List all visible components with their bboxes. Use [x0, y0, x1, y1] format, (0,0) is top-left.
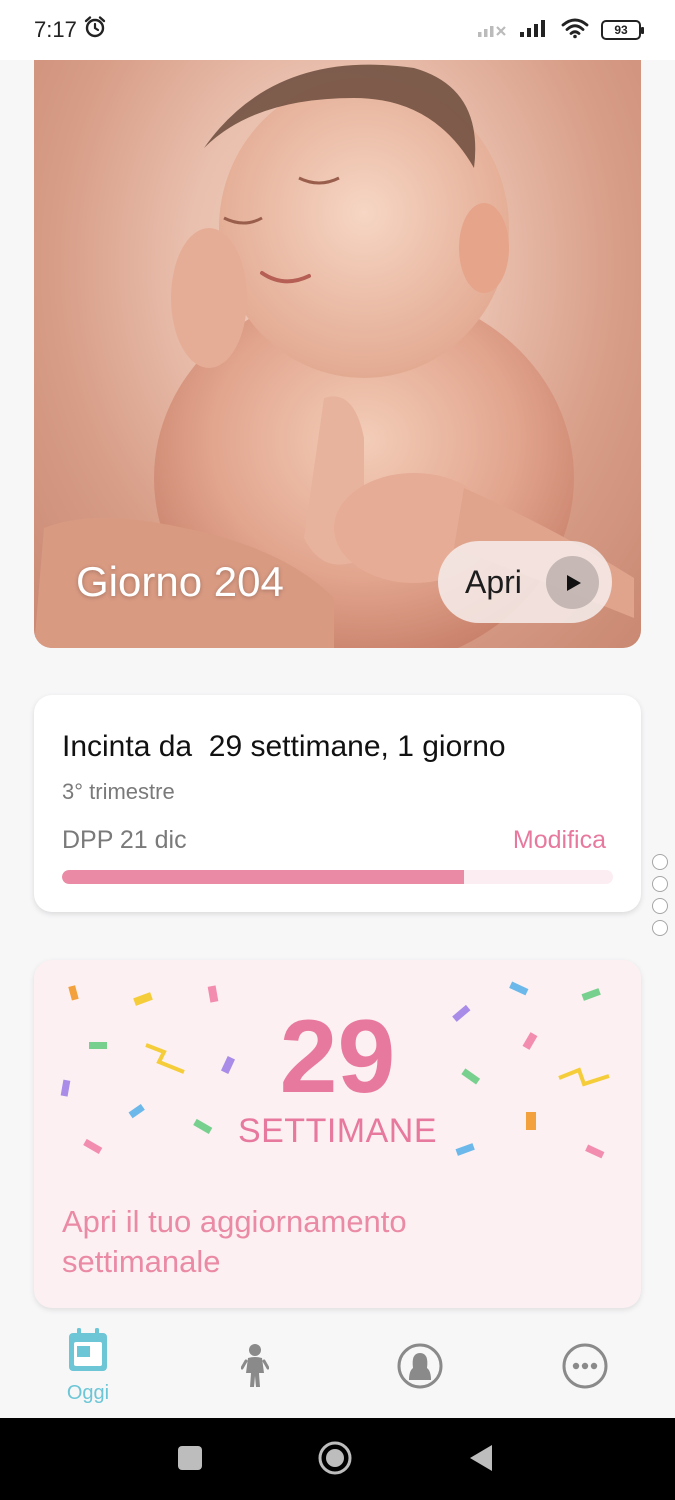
- status-right: 93: [477, 17, 644, 44]
- battery-icon: 93: [601, 20, 644, 40]
- nav-label-today: Oggi: [66, 1382, 110, 1404]
- hero-title: Giorno 204: [76, 558, 284, 605]
- nav-item-community[interactable]: [375, 1343, 465, 1394]
- due-date: DPP 21 dic: [62, 826, 187, 854]
- edit-due-date-button[interactable]: Modifica: [513, 826, 606, 855]
- open-day-label: Apri: [465, 563, 522, 600]
- calendar-icon: [67, 1327, 109, 1378]
- status-time: 7:17: [34, 17, 77, 42]
- floating-menu-handle[interactable]: [652, 854, 668, 936]
- menu-dot: [652, 854, 668, 870]
- bottom-navigation: Oggi: [0, 1315, 675, 1418]
- weekly-update-card[interactable]: 29 SETTIMANE Apri il tuo aggiornamento s…: [34, 960, 641, 1308]
- baby-icon: [240, 1343, 270, 1394]
- recents-icon[interactable]: [177, 1445, 203, 1476]
- trimester-label: 3° trimestre: [62, 779, 175, 804]
- nav-item-today[interactable]: Oggi: [43, 1327, 133, 1405]
- pregnancy-info-card: Incinta da 29 settimane, 1 giorno 3° tri…: [34, 695, 641, 912]
- play-icon: [546, 556, 599, 609]
- status-bar: 7:17 93: [0, 0, 675, 60]
- menu-dot: [652, 920, 668, 936]
- nav-item-more[interactable]: [540, 1343, 630, 1394]
- week-number: 29: [279, 999, 396, 1115]
- menu-dot: [652, 876, 668, 892]
- hero-card[interactable]: Giorno 204 Apri: [34, 58, 641, 648]
- menu-dot: [652, 898, 668, 914]
- status-left: 7:17: [34, 15, 107, 45]
- back-icon[interactable]: [468, 1443, 494, 1478]
- signal-off-icon: [477, 18, 507, 43]
- signal-icon: [519, 18, 549, 43]
- pregnancy-progress-bar: [62, 870, 613, 884]
- more-icon: [562, 1343, 608, 1394]
- community-icon: [397, 1343, 443, 1394]
- week-unit-label: SETTIMANE: [237, 1112, 438, 1150]
- nav-item-baby[interactable]: [210, 1343, 300, 1394]
- home-icon[interactable]: [318, 1441, 352, 1480]
- pregnancy-progress-fill: [62, 870, 465, 884]
- pregnancy-duration: Incinta da 29 settimane, 1 giorno: [62, 730, 506, 763]
- alarm-icon: [83, 15, 107, 45]
- open-day-button[interactable]: Apri: [438, 541, 612, 623]
- system-navigation-bar: [0, 1418, 675, 1500]
- open-weekly-update-link[interactable]: Apri il tuo aggiornamento settimanale: [62, 1202, 482, 1282]
- wifi-icon: [561, 17, 589, 44]
